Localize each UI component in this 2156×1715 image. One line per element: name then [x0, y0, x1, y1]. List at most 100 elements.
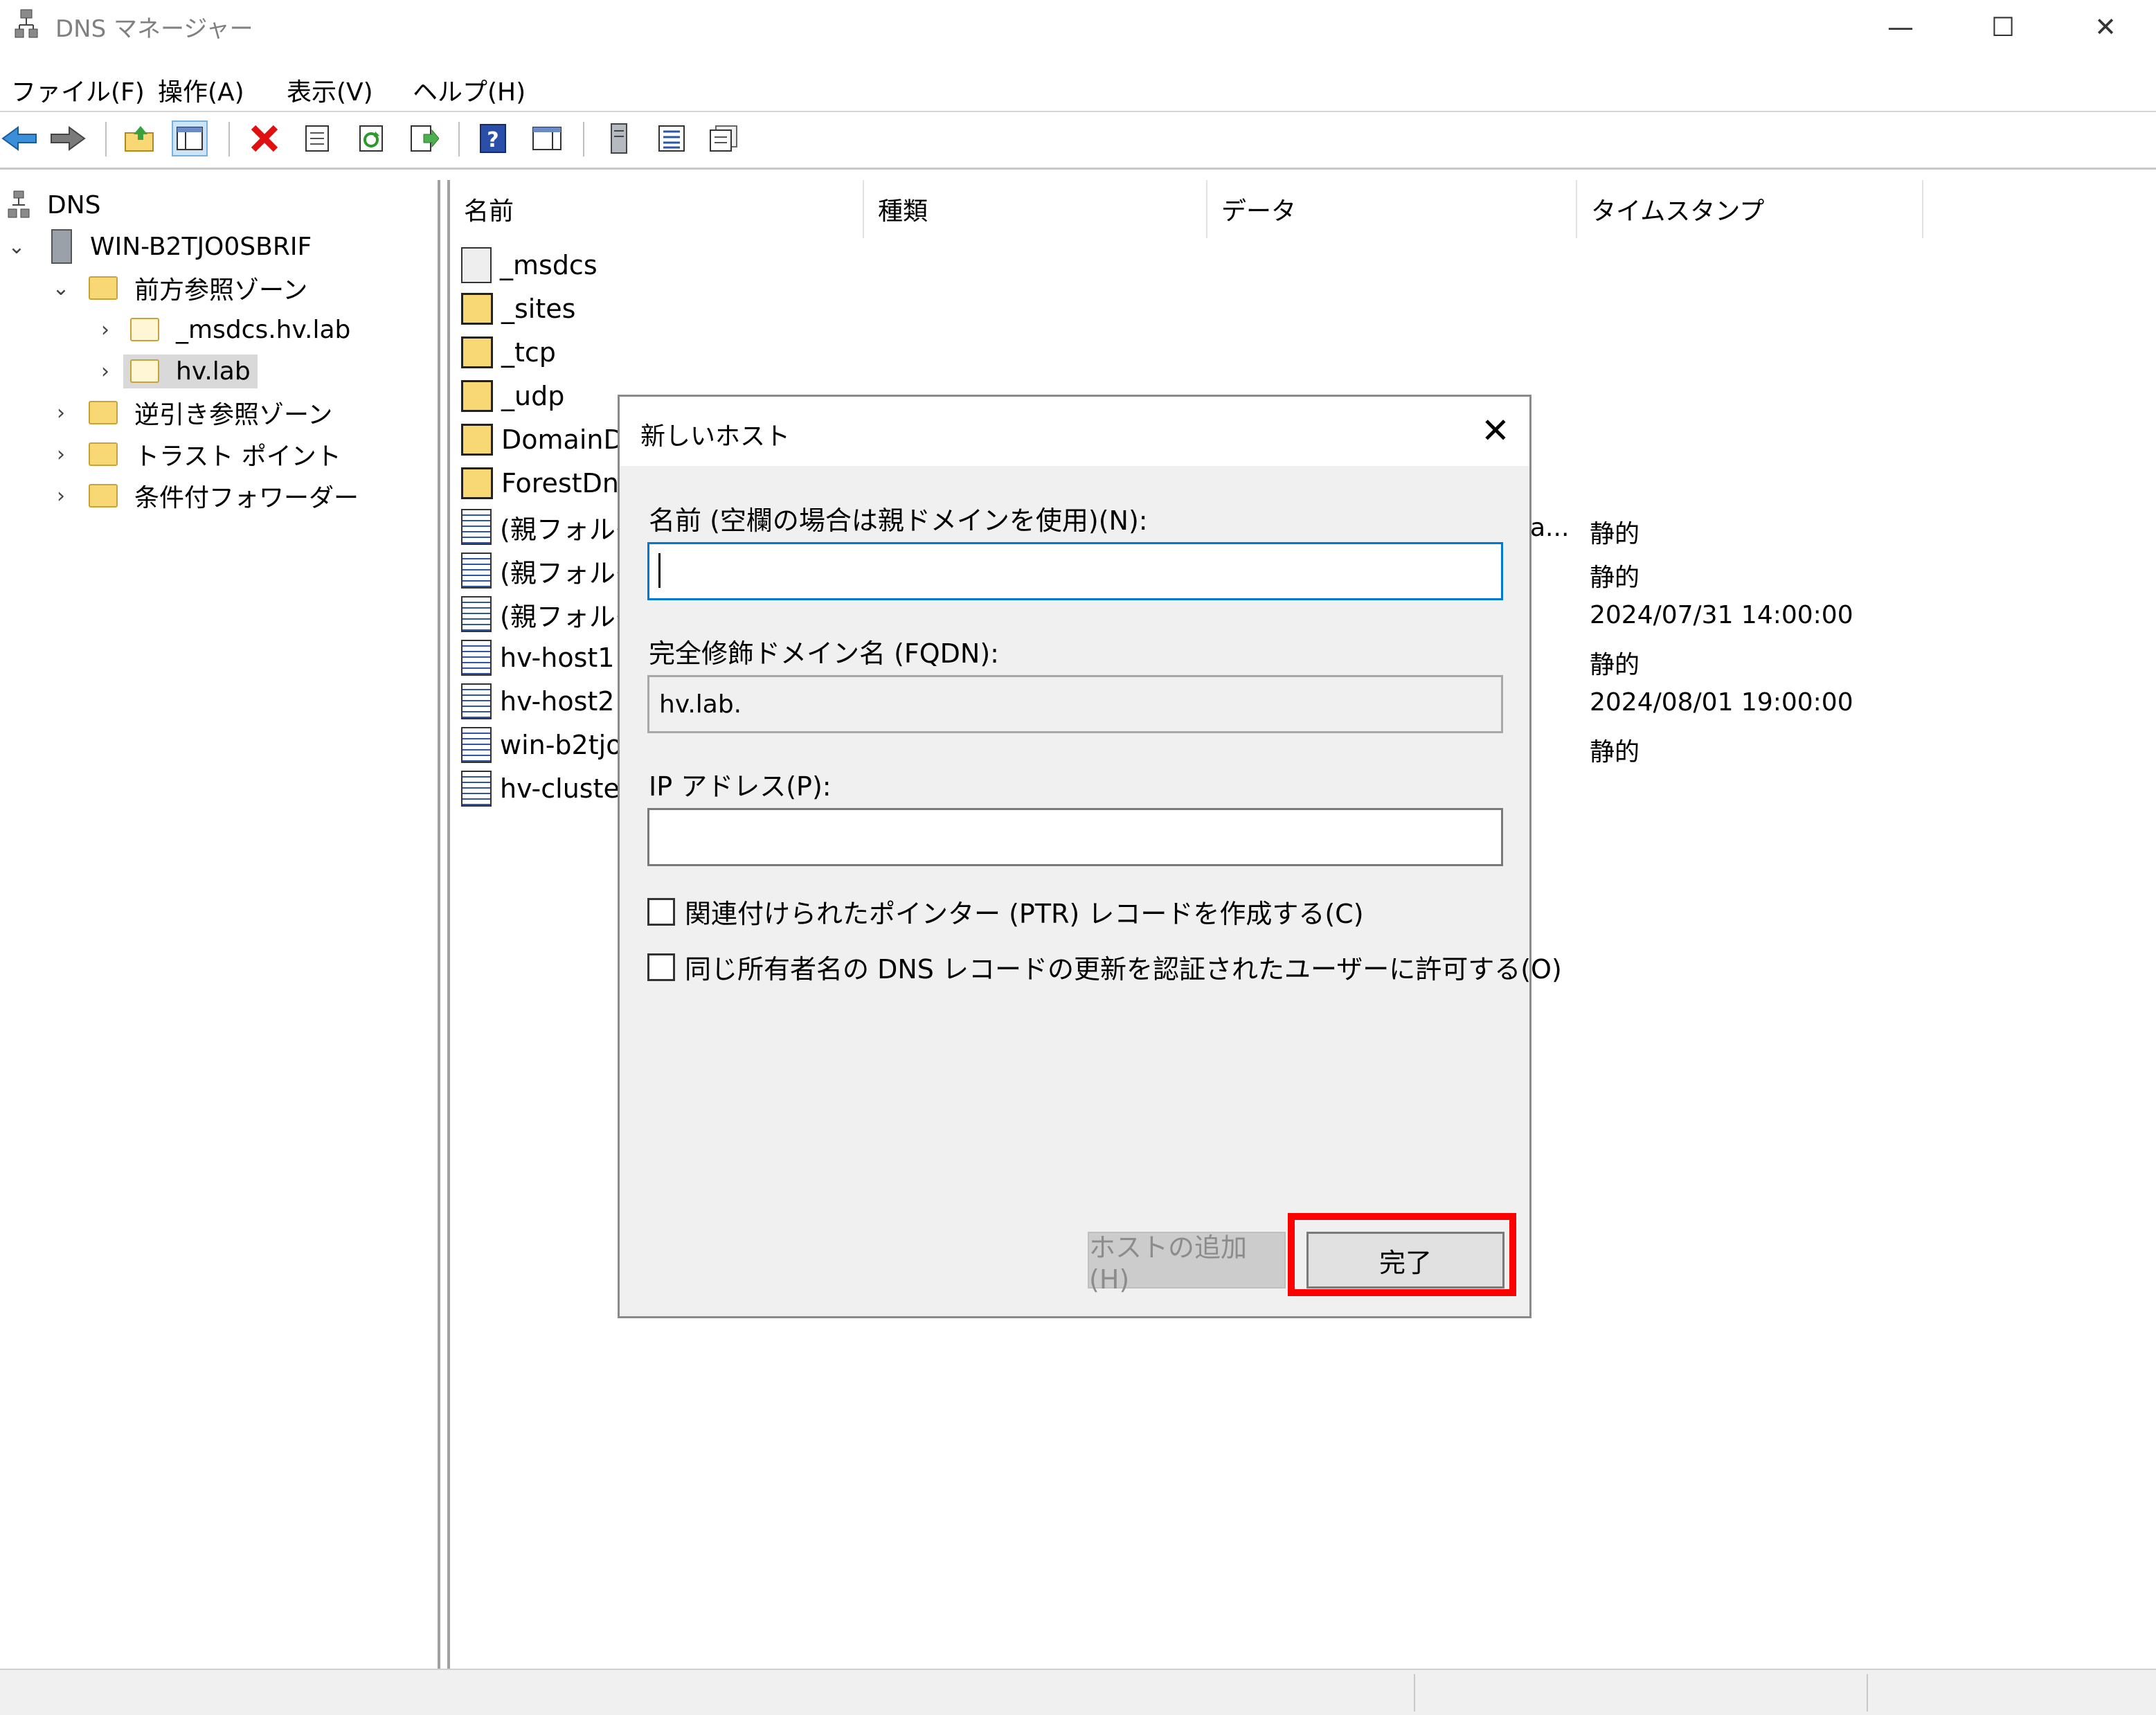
tree-label-msdcs-zone: _msdcs.hv.lab	[176, 315, 351, 344]
list-row-name: _tcp	[501, 337, 556, 368]
tree-item-dns[interactable]: DNS	[7, 186, 101, 224]
folder-icon	[89, 442, 118, 466]
column-header-data[interactable]: データ	[1207, 180, 1577, 238]
list-row-timestamp: 静的	[1590, 738, 1640, 766]
list-row[interactable]: (親フォルダ	[461, 549, 642, 592]
list-row[interactable]: _msdcs	[461, 244, 598, 287]
tree-label-forward-zones: 前方参照ゾーン	[134, 276, 308, 305]
tree-label-conditional-forwarders: 条件付フォワーダー	[134, 484, 359, 512]
menu-help[interactable]: ヘルプ(H)	[413, 72, 525, 108]
list-row[interactable]: _sites	[461, 287, 575, 330]
ptr-record-checkbox[interactable]	[647, 897, 675, 926]
zone-icon	[130, 359, 159, 383]
export-list-icon[interactable]	[406, 120, 442, 156]
list-row[interactable]: win-b2tjo	[461, 724, 622, 766]
action-pane-icon[interactable]	[529, 120, 565, 156]
tree-item-hvlab-zone[interactable]: › hv.lab	[91, 352, 258, 390]
forward-arrow-icon[interactable]	[50, 120, 86, 156]
console-tree: DNS ⌄ WIN-B2TJO0SBRIF ⌄ 前方参照ゾーン › _msdcs…	[0, 180, 440, 1669]
tree-item-reverse-zones[interactable]: › 逆引き参照ゾーン	[47, 393, 332, 432]
allow-auth-update-option[interactable]: 同じ所有者名の DNS レコードの更新を認証されたユーザーに許可する(O)	[647, 948, 1562, 986]
list-row-name: _udp	[501, 381, 565, 411]
server-icon	[51, 229, 72, 264]
list-row-name: DomainDr	[501, 424, 635, 455]
fqdn-label: 完全修飾ドメイン名 (FQDN):	[649, 638, 999, 669]
tree-label-hvlab-zone: hv.lab	[176, 357, 251, 386]
server-icon[interactable]	[601, 120, 637, 156]
column-header-type[interactable]: 種類	[864, 180, 1207, 238]
minimize-button[interactable]: —	[1849, 0, 1952, 54]
list-row[interactable]: hv-host2	[461, 680, 614, 723]
tree-item-forward-zones[interactable]: ⌄ 前方参照ゾーン	[47, 269, 307, 307]
list-view-icon[interactable]	[654, 120, 690, 156]
tree-label-dns: DNS	[47, 190, 101, 219]
list-row[interactable]: _udp	[461, 375, 564, 417]
chevron-right-icon[interactable]: ›	[47, 484, 75, 508]
folder-icon	[461, 336, 493, 368]
list-row[interactable]: hv-host1	[461, 636, 614, 679]
dns-root-icon	[8, 190, 30, 218]
record-icon	[461, 683, 492, 719]
details-view-icon[interactable]	[706, 120, 742, 156]
tree-selection: hv.lab	[123, 354, 258, 388]
up-folder-icon[interactable]	[122, 120, 158, 156]
list-row-name: hv-host2	[500, 686, 615, 717]
allow-auth-update-checkbox[interactable]	[647, 953, 675, 981]
chevron-right-icon[interactable]: ›	[47, 401, 75, 425]
record-icon	[461, 727, 492, 763]
folder-icon	[461, 467, 493, 499]
show-hide-console-tree-icon[interactable]	[172, 120, 208, 156]
tree-label-trust-points: トラスト ポイント	[134, 442, 341, 471]
delete-icon[interactable]	[246, 120, 282, 156]
list-row[interactable]: (親フォルダ	[461, 505, 642, 548]
folder-icon	[89, 484, 118, 508]
tree-label-server: WIN-B2TJO0SBRIF	[90, 232, 312, 261]
list-row[interactable]: _tcp	[461, 331, 556, 374]
help-icon[interactable]: ?	[475, 120, 511, 156]
toolbar-separator	[458, 122, 460, 156]
tree-item-conditional-forwarders[interactable]: › 条件付フォワーダー	[47, 476, 359, 515]
add-host-button[interactable]: ホストの追加(H)	[1088, 1232, 1286, 1295]
toolbar-separator	[583, 122, 584, 156]
chevron-down-icon[interactable]: ⌄	[47, 276, 75, 300]
chevron-down-icon[interactable]: ⌄	[3, 235, 30, 259]
name-input[interactable]	[647, 542, 1503, 600]
tree-item-trust-points[interactable]: › トラスト ポイント	[47, 435, 341, 474]
tree-item-server[interactable]: ⌄ WIN-B2TJO0SBRIF	[3, 227, 312, 266]
maximize-button[interactable]: ☐	[1951, 0, 2055, 54]
chevron-right-icon[interactable]: ›	[47, 442, 75, 467]
highlight-box	[1288, 1213, 1516, 1296]
menu-action[interactable]: 操作(A)	[158, 72, 244, 108]
menu-bar: ファイル(F) 操作(A) 表示(V) ヘルプ(H)	[0, 60, 2156, 112]
zone-delegation-icon	[461, 247, 492, 283]
chevron-right-icon[interactable]: ›	[91, 318, 119, 342]
folder-icon	[89, 276, 118, 300]
folder-icon	[461, 293, 493, 325]
fqdn-field	[647, 675, 1503, 733]
list-row[interactable]: DomainDr	[461, 418, 634, 461]
chevron-right-icon[interactable]: ›	[91, 359, 119, 384]
menu-file[interactable]: ファイル(F)	[11, 72, 145, 108]
zone-icon	[130, 318, 159, 341]
allow-auth-update-label: 同じ所有者名の DNS レコードの更新を認証されたユーザーに許可する(O)	[685, 954, 1562, 985]
dialog-close-button[interactable]: ✕	[1471, 406, 1520, 455]
status-separator	[1867, 1674, 1868, 1712]
list-row[interactable]: hv-cluster	[461, 767, 631, 810]
close-window-button[interactable]: ✕	[2054, 0, 2156, 54]
properties-icon[interactable]	[299, 120, 335, 156]
column-header-timestamp[interactable]: タイムスタンプ	[1577, 180, 1923, 238]
list-row-name: _sites	[501, 294, 576, 324]
record-icon	[461, 509, 492, 545]
list-row[interactable]: (親フォルダ	[461, 593, 642, 636]
record-icon	[461, 553, 492, 589]
back-arrow-icon[interactable]	[1, 120, 37, 156]
menu-view[interactable]: 表示(V)	[287, 72, 373, 108]
ip-address-input[interactable]	[647, 808, 1503, 866]
refresh-icon[interactable]	[353, 120, 389, 156]
status-bar	[0, 1669, 2156, 1715]
tree-item-msdcs-zone[interactable]: › _msdcs.hv.lab	[91, 310, 350, 349]
ip-address-label: IP アドレス(P):	[649, 771, 832, 802]
column-header-name[interactable]: 名前	[450, 180, 864, 238]
ptr-record-option[interactable]: 関連付けられたポインター (PTR) レコードを作成する(C)	[647, 892, 1364, 931]
list-row[interactable]: ForestDns	[461, 462, 633, 505]
